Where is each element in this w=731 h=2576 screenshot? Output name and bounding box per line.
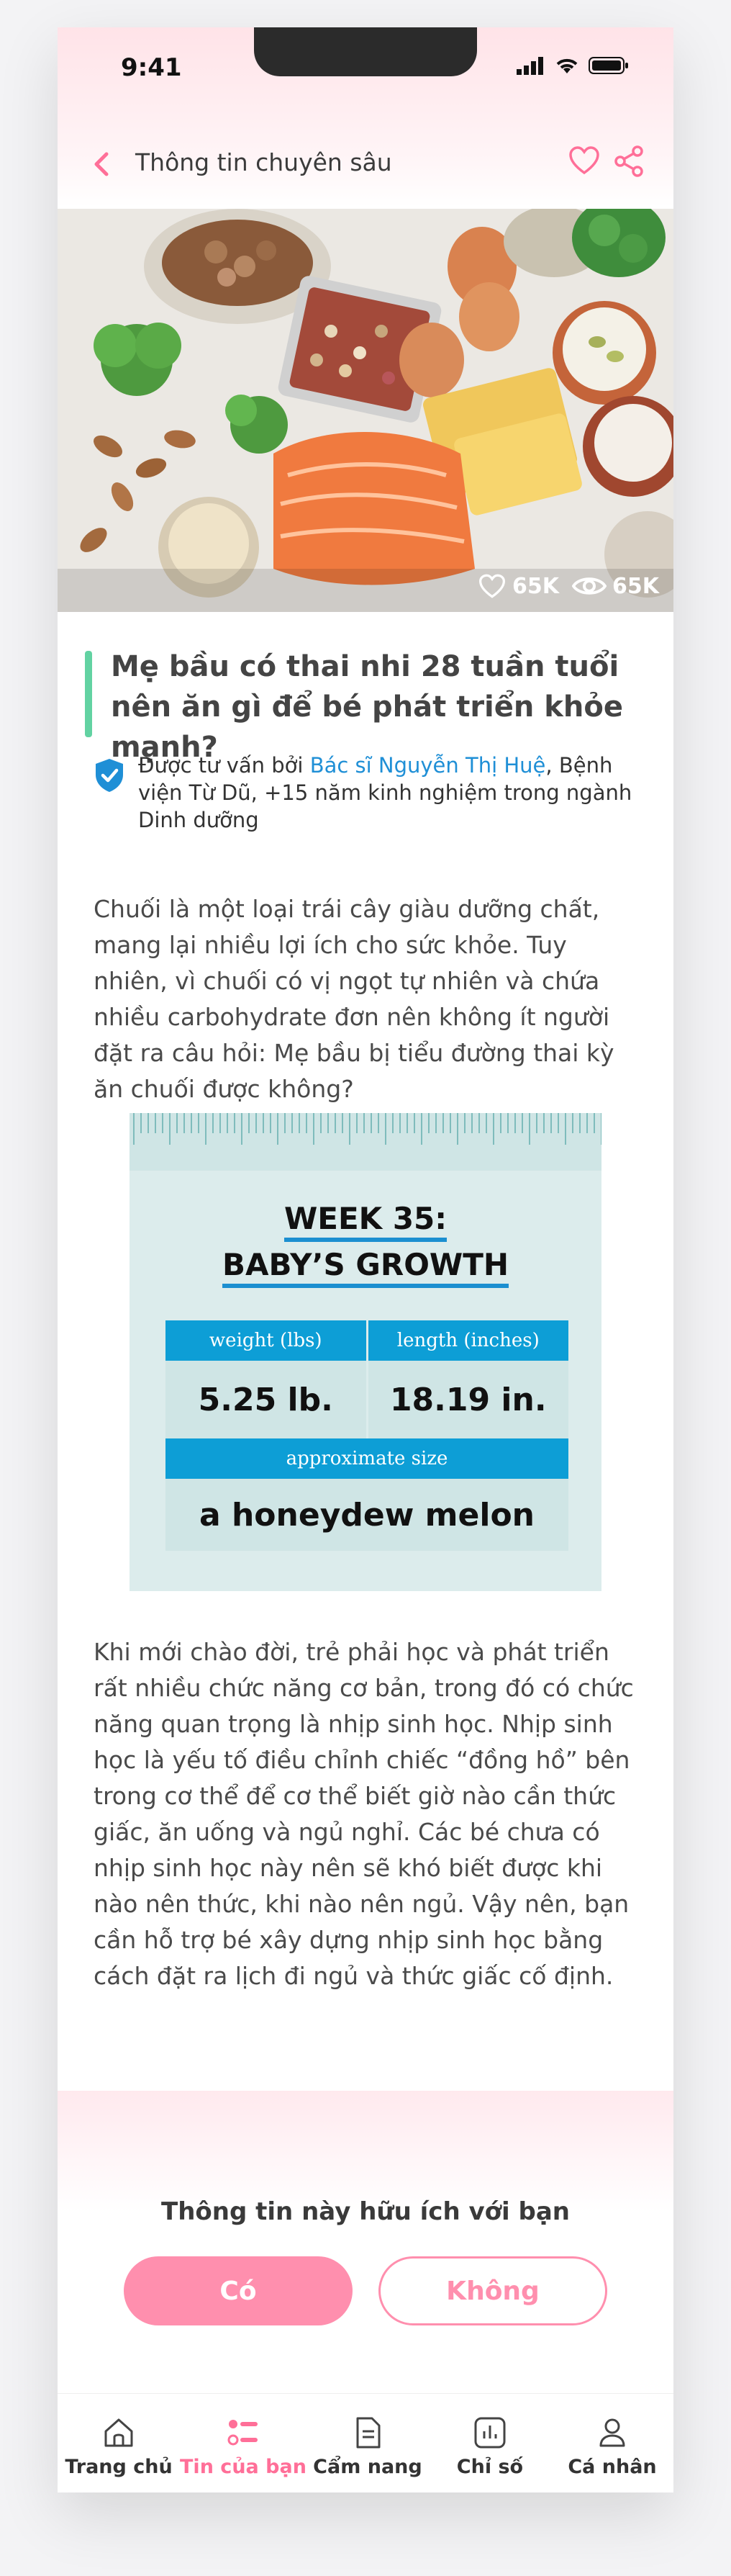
top-header-area: 9:41 Thông tin chuyên sâu [58, 27, 673, 207]
infographic-title-growth: BABY’S GROWTH [222, 1247, 509, 1288]
infographic-title-line1: WEEK 35: [130, 1201, 601, 1242]
nav-label-profile: Cá nhân [568, 2456, 657, 2478]
feedback-question: Thông tin này hữu ích với bạn [161, 2197, 570, 2226]
wifi-icon [556, 58, 578, 73]
view-count: 65K [572, 574, 659, 599]
nav-item-home[interactable]: Trang chủ [58, 2394, 180, 2492]
hero-stats: 65K 65K [478, 573, 659, 599]
device-notch [254, 27, 477, 76]
handbook-icon [356, 2417, 381, 2449]
food-illustration [58, 209, 673, 612]
view-count-value: 65K [612, 573, 659, 599]
like-count: 65K [478, 573, 559, 599]
length-label: length (inches) [396, 1330, 540, 1351]
title-accent-bar [85, 651, 92, 737]
battery-icon [589, 57, 628, 74]
favorite-heart-icon[interactable] [567, 144, 601, 179]
growth-infographic: WEEK 35: BABY’S GROWTH weight (lbs) leng… [130, 1113, 601, 1591]
article-title: Mẹ bầu có thai nhi 28 tuần tuổi nên ăn g… [111, 650, 623, 764]
home-icon [104, 2418, 133, 2447]
infographic-title-line2: BABY’S GROWTH [130, 1247, 601, 1288]
advisor-name-link[interactable]: Bác sĩ Nguyễn Thị Huệ [310, 753, 546, 778]
phone-screen: 9:41 Thông tin chuyên sâu 65K 65K Mẹ bầu… [58, 27, 673, 2492]
nav-item-profile[interactable]: Cá nhân [551, 2394, 673, 2492]
like-count-value: 65K [512, 573, 559, 599]
feedback-yes-button[interactable]: Có [124, 2256, 353, 2325]
feedback-section: Thông tin này hữu ích với bạn Có Không [58, 2091, 673, 2393]
status-icons [517, 56, 629, 75]
nav-item-news[interactable]: Tin của bạn [180, 2394, 307, 2492]
approx-size-value: a honeydew melon [165, 1479, 568, 1551]
page-title: Thông tin chuyên sâu [135, 148, 392, 176]
weight-value: 5.25 lb. [165, 1361, 368, 1438]
back-arrow-icon[interactable] [88, 150, 117, 179]
nav-label-metrics: Chỉ số [456, 2456, 524, 2478]
table-value-row: 5.25 lb. 18.19 in. [165, 1361, 568, 1438]
nav-item-metrics[interactable]: Chỉ số [429, 2394, 551, 2492]
nav-label-home: Trang chủ [65, 2456, 173, 2478]
verified-shield-icon [96, 759, 123, 792]
eye-icon [572, 577, 607, 595]
article-paragraph-1: Chuối là một loại trái cây giàu dưỡng ch… [94, 895, 614, 1103]
user-icon [599, 2418, 625, 2447]
length-value: 18.19 in. [389, 1381, 547, 1418]
heart-outline-icon [478, 574, 506, 598]
advisor-prefix: Được tư vấn bởi [138, 753, 310, 778]
growth-table: weight (lbs) length (inches) 5.25 lb. 18… [165, 1320, 568, 1551]
advisor-credit: Được tư vấn bởi Bác sĩ Nguyễn Thị Huệ, B… [138, 752, 642, 834]
nav-label-news: Tin của bạn [180, 2456, 307, 2478]
news-list-icon [227, 2420, 258, 2446]
infographic-title-week: WEEK 35: [283, 1201, 448, 1242]
signal-icon [517, 57, 543, 75]
chart-icon [474, 2417, 506, 2449]
hero-food-image: 65K 65K [58, 209, 673, 612]
weight-label: weight (lbs) [165, 1320, 368, 1361]
ruler-decoration [130, 1113, 601, 1171]
nav-item-handbook[interactable]: Cẩm nang [307, 2394, 429, 2492]
nav-label-handbook: Cẩm nang [313, 2456, 422, 2478]
status-time: 9:41 [121, 53, 182, 82]
feedback-no-button[interactable]: Không [378, 2256, 607, 2325]
share-icon[interactable] [612, 144, 646, 179]
article-paragraph-2: Khi mới chào đời, trẻ phải học và phát t… [94, 1638, 634, 1990]
approx-size-label: approximate size [165, 1438, 568, 1479]
table-header-row: weight (lbs) length (inches) [165, 1320, 568, 1361]
bottom-navigation: Trang chủ Tin của bạn Cẩm nang Chỉ số Cá… [58, 2393, 673, 2492]
